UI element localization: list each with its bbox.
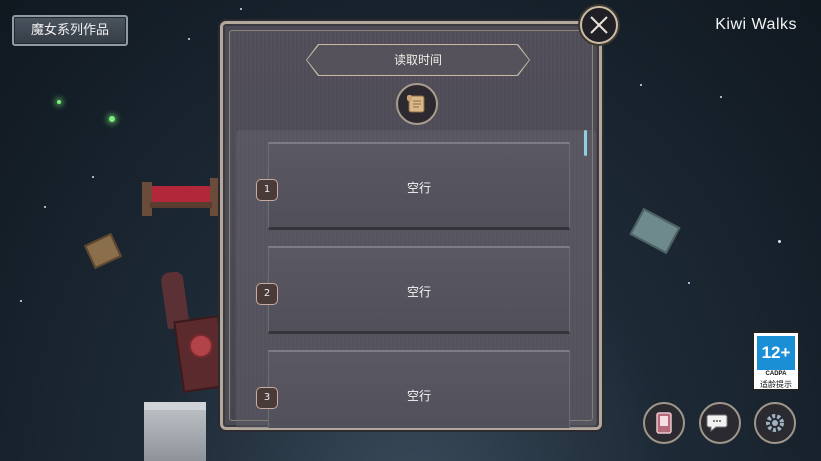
age-rating: 12+ — [757, 336, 795, 370]
floating-bed — [142, 178, 220, 216]
star — [92, 176, 94, 178]
star — [778, 240, 781, 243]
firefly — [109, 116, 115, 122]
save-slot-list[interactable]: 空行 1 空行 2 空行 3 — [236, 130, 596, 428]
slot-number: 2 — [256, 283, 278, 305]
age-rating-badge: 12+ CADPA 适龄提示 — [752, 331, 800, 391]
brand-logo: Kiwi Walks — [715, 16, 797, 33]
star — [688, 282, 690, 284]
gear-icon — [766, 414, 784, 432]
floating-tower — [144, 402, 206, 461]
load-dialog: 读取时间 空行 1 空行 2 空行 3 — [220, 21, 602, 430]
phone-icon — [656, 412, 672, 434]
slot-label: 空行 — [406, 389, 431, 403]
dialog-frame: 读取时间 空行 1 空行 2 空行 3 — [229, 30, 596, 428]
close-icon — [590, 16, 608, 34]
slot-label: 空行 — [406, 285, 431, 299]
slot-number: 1 — [256, 179, 278, 201]
chat-icon — [706, 414, 728, 433]
scroll-icon — [396, 83, 438, 125]
chat-button[interactable] — [699, 402, 741, 444]
dialog-title: 读取时间 — [393, 53, 442, 67]
star — [720, 96, 722, 98]
settings-button[interactable] — [754, 402, 796, 444]
star — [20, 300, 22, 302]
star — [640, 84, 642, 86]
slot-label: 空行 — [406, 181, 431, 195]
star — [240, 8, 242, 10]
save-slot[interactable]: 空行 — [268, 142, 570, 230]
phone-button[interactable] — [643, 402, 685, 444]
series-works-button[interactable]: 魔女系列作品 — [12, 15, 128, 46]
firefly — [57, 100, 61, 104]
scrollbar[interactable] — [584, 130, 587, 156]
save-slot[interactable]: 空行 — [268, 350, 570, 428]
rating-tip: 适龄提示 — [760, 380, 792, 389]
slot-number: 3 — [256, 387, 278, 409]
save-slot[interactable]: 空行 — [268, 246, 570, 334]
star — [44, 206, 46, 208]
floating-book — [629, 207, 681, 255]
close-button[interactable] — [580, 6, 618, 44]
floating-book — [83, 232, 123, 270]
rating-org: CADPA — [765, 371, 787, 377]
star — [188, 38, 190, 40]
